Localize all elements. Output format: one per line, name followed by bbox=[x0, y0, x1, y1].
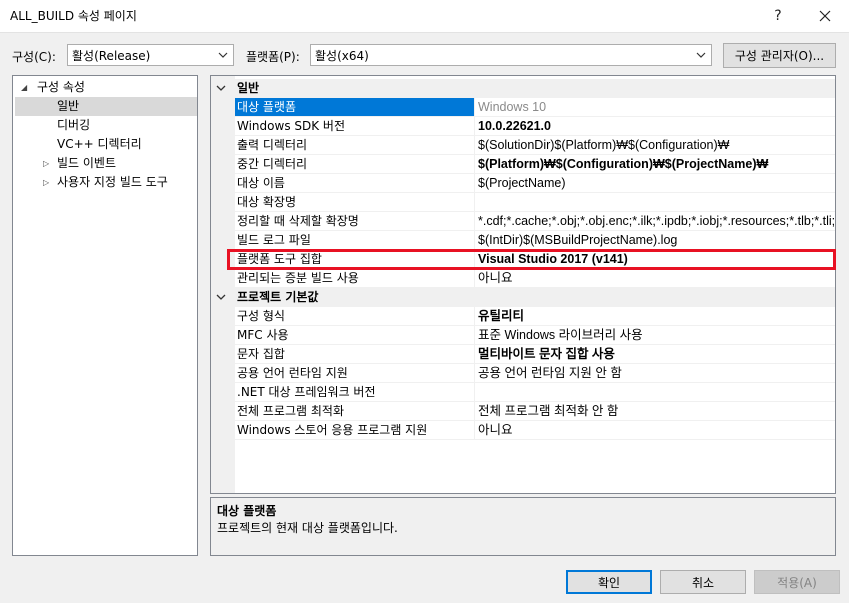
description-text: 프로젝트의 현재 대상 플랫폼입니다. bbox=[217, 521, 398, 535]
platform-value: 활성(x64) bbox=[315, 48, 369, 63]
property-row[interactable]: 중간 디렉터리 $(Platform)₩$(Configuration)₩$(P… bbox=[211, 155, 835, 174]
config-label: 구성(C): bbox=[12, 50, 56, 64]
category-project-defaults[interactable]: 프로젝트 기본값 bbox=[211, 288, 835, 307]
property-value[interactable]: Windows 10 bbox=[474, 98, 835, 117]
property-value[interactable]: $(ProjectName) bbox=[474, 174, 835, 193]
property-value[interactable]: 유틸리티 bbox=[474, 307, 835, 326]
tree-item-general[interactable]: 일반 bbox=[15, 97, 197, 116]
collapsed-triangle-icon[interactable]: ▷ bbox=[43, 154, 49, 173]
property-tree: ◢ 구성 속성 일반 디버깅 VC++ 디렉터리 ▷ 빌드 이벤트 ▷ 사용자 … bbox=[12, 75, 198, 556]
property-name: 빌드 로그 파일 bbox=[235, 231, 474, 250]
property-name: Windows 스토어 응용 프로그램 지원 bbox=[235, 421, 474, 440]
property-name: 중간 디렉터리 bbox=[235, 155, 474, 174]
window-title: ALL_BUILD 속성 페이지 bbox=[10, 9, 137, 23]
property-value[interactable]: 표준 Windows 라이브러리 사용 bbox=[474, 326, 835, 345]
property-value[interactable] bbox=[474, 193, 835, 212]
config-value: 활성(Release) bbox=[72, 48, 151, 63]
property-name: 대상 플랫폼 bbox=[235, 98, 474, 117]
property-value[interactable]: *.cdf;*.cache;*.obj;*.obj.enc;*.ilk;*.ip… bbox=[474, 212, 835, 231]
property-name: MFC 사용 bbox=[235, 326, 474, 345]
property-row[interactable]: 빌드 로그 파일 $(IntDir)$(MSBuildProjectName).… bbox=[211, 231, 835, 250]
highlight-annotation-box bbox=[227, 249, 836, 270]
tree-item-debugging[interactable]: 디버깅 bbox=[13, 116, 197, 135]
property-row[interactable]: 전체 프로그램 최적화 전체 프로그램 최적화 안 함 bbox=[211, 402, 835, 421]
expanded-triangle-icon: ◢ bbox=[21, 83, 28, 92]
property-row[interactable]: 대상 플랫폼 Windows 10 bbox=[211, 98, 835, 117]
property-name: 문자 집합 bbox=[235, 345, 474, 364]
tree-item-label: 디버깅 bbox=[57, 118, 91, 132]
property-name: 공용 언어 런타임 지원 bbox=[235, 364, 474, 383]
tree-item-label: 빌드 이벤트 bbox=[57, 156, 117, 170]
property-value[interactable]: $(SolutionDir)$(Platform)₩$(Configuratio… bbox=[474, 136, 835, 155]
property-value[interactable]: 전체 프로그램 최적화 안 함 bbox=[474, 402, 835, 421]
category-name: 일반 bbox=[237, 81, 260, 95]
property-value[interactable]: 아니요 bbox=[474, 421, 835, 440]
property-row[interactable]: 대상 확장명 bbox=[211, 193, 835, 212]
description-panel: 대상 플랫폼 프로젝트의 현재 대상 플랫폼입니다. bbox=[210, 497, 836, 556]
property-name: 대상 이름 bbox=[235, 174, 474, 193]
property-row[interactable]: 출력 디렉터리 $(SolutionDir)$(Platform)₩$(Conf… bbox=[211, 136, 835, 155]
tree-item-vc-directories[interactable]: VC++ 디렉터리 bbox=[13, 135, 197, 154]
property-name: 정리할 때 삭제할 확장명 bbox=[235, 212, 474, 231]
property-name: 구성 형식 bbox=[235, 307, 474, 326]
close-button[interactable] bbox=[802, 0, 848, 32]
property-name: .NET 대상 프레임워크 버전 bbox=[235, 383, 474, 402]
tree-root-configuration-properties[interactable]: ◢ 구성 속성 bbox=[13, 78, 197, 97]
help-button[interactable]: ? bbox=[755, 0, 801, 32]
property-value[interactable]: $(IntDir)$(MSBuildProjectName).log bbox=[474, 231, 835, 250]
chevron-down-icon bbox=[696, 52, 706, 58]
category-name: 프로젝트 기본값 bbox=[237, 290, 319, 304]
property-row[interactable]: 정리할 때 삭제할 확장명 *.cdf;*.cache;*.obj;*.obj.… bbox=[211, 212, 835, 231]
property-row[interactable]: 관리되는 증분 빌드 사용 아니요 bbox=[211, 269, 835, 288]
property-row[interactable]: Windows SDK 버전 10.0.22621.0 bbox=[211, 117, 835, 136]
tree-root-label: 구성 속성 bbox=[37, 80, 85, 94]
platform-label: 플랫폼(P): bbox=[246, 50, 300, 64]
category-general[interactable]: 일반 bbox=[211, 79, 835, 98]
property-row[interactable]: MFC 사용 표준 Windows 라이브러리 사용 bbox=[211, 326, 835, 345]
property-value[interactable] bbox=[474, 383, 835, 402]
tree-item-build-events[interactable]: ▷ 빌드 이벤트 bbox=[13, 154, 197, 173]
property-row[interactable]: 대상 이름 $(ProjectName) bbox=[211, 174, 835, 193]
description-title: 대상 플랫폼 bbox=[217, 504, 277, 518]
title-bar: ALL_BUILD 속성 페이지 ? bbox=[0, 0, 849, 33]
property-row[interactable]: 문자 집합 멀티바이트 문자 집합 사용 bbox=[211, 345, 835, 364]
ok-button[interactable]: 확인 bbox=[566, 570, 652, 594]
help-icon: ? bbox=[774, 8, 782, 24]
property-name: 전체 프로그램 최적화 bbox=[235, 402, 474, 421]
property-grid: 일반 대상 플랫폼 Windows 10 Windows SDK 버전 10.0… bbox=[210, 75, 836, 494]
collapsed-triangle-icon[interactable]: ▷ bbox=[43, 173, 49, 192]
property-name: 출력 디렉터리 bbox=[235, 136, 474, 155]
apply-button[interactable]: 적용(A) bbox=[754, 570, 840, 594]
property-value[interactable]: 공용 언어 런타임 지원 안 함 bbox=[474, 364, 835, 383]
property-value[interactable]: 10.0.22621.0 bbox=[474, 117, 835, 136]
tree-item-custom-build-tool[interactable]: ▷ 사용자 지정 빌드 도구 bbox=[13, 173, 197, 192]
cancel-button[interactable]: 취소 bbox=[660, 570, 746, 594]
property-name: 관리되는 증분 빌드 사용 bbox=[235, 269, 474, 288]
close-icon bbox=[819, 10, 831, 22]
config-dropdown[interactable]: 활성(Release) bbox=[67, 44, 234, 66]
property-value[interactable]: $(Platform)₩$(Configuration)₩$(ProjectNa… bbox=[474, 155, 835, 174]
tree-item-label: 사용자 지정 빌드 도구 bbox=[57, 175, 168, 189]
tree-item-label: VC++ 디렉터리 bbox=[57, 137, 142, 151]
chevron-down-icon bbox=[216, 294, 226, 300]
property-name: 대상 확장명 bbox=[235, 193, 474, 212]
chevron-down-icon bbox=[216, 85, 226, 91]
property-value[interactable]: 아니요 bbox=[474, 269, 835, 288]
property-value[interactable]: 멀티바이트 문자 집합 사용 bbox=[474, 345, 835, 364]
property-name: Windows SDK 버전 bbox=[235, 117, 474, 136]
property-row[interactable]: Windows 스토어 응용 프로그램 지원 아니요 bbox=[211, 421, 835, 440]
property-row[interactable]: 공용 언어 런타임 지원 공용 언어 런타임 지원 안 함 bbox=[211, 364, 835, 383]
chevron-down-icon bbox=[218, 52, 228, 58]
property-row[interactable]: 구성 형식 유틸리티 bbox=[211, 307, 835, 326]
config-manager-button[interactable]: 구성 관리자(O)... bbox=[723, 43, 836, 68]
platform-dropdown[interactable]: 활성(x64) bbox=[310, 44, 712, 66]
property-row[interactable]: .NET 대상 프레임워크 버전 bbox=[211, 383, 835, 402]
tree-item-label: 일반 bbox=[57, 99, 80, 113]
